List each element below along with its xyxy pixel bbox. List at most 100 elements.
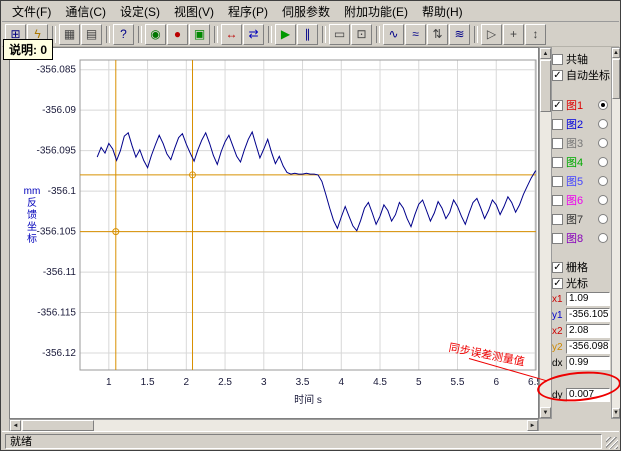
wave-multi-button[interactable]: ≈ bbox=[405, 24, 426, 45]
trace-2-radio[interactable] bbox=[598, 119, 608, 129]
scroll-left-icon[interactable]: ◄ bbox=[10, 420, 21, 431]
record-button[interactable]: ● bbox=[167, 24, 188, 45]
y-axis-title: 标 bbox=[27, 233, 37, 245]
cursor-checkbox[interactable]: ✓ bbox=[552, 278, 563, 289]
scroll-up-icon[interactable]: ▲ bbox=[540, 48, 551, 59]
x-axis-title: 时间 s bbox=[294, 393, 322, 406]
toolbar-separator bbox=[474, 26, 478, 43]
panel-scroll-down-icon[interactable]: ▼ bbox=[612, 408, 620, 418]
trace-4-row: 图4 bbox=[552, 154, 611, 170]
coaxial-label: 共轴 bbox=[566, 51, 588, 67]
readout-x1-row: x11.09 bbox=[552, 291, 611, 307]
coaxial-checkbox[interactable] bbox=[552, 54, 563, 65]
trace-7-row: 图7 bbox=[552, 211, 611, 227]
menu-help[interactable]: 帮助(H) bbox=[415, 1, 470, 22]
upload-button[interactable]: ↔ bbox=[221, 24, 242, 45]
menu-extra[interactable]: 附加功能(E) bbox=[337, 1, 415, 22]
zoom-window-button[interactable]: ⊡ bbox=[351, 24, 372, 45]
auto-axis-label: 自动坐标 bbox=[566, 67, 610, 83]
monitor-button[interactable]: ▣ bbox=[189, 24, 210, 45]
trace-3-label: 图3 bbox=[566, 135, 583, 151]
scope-button[interactable]: ◉ bbox=[145, 24, 166, 45]
menu-comm[interactable]: 通信(C) bbox=[58, 1, 113, 22]
coaxial-row: 共轴 bbox=[552, 51, 611, 67]
trace-8-radio[interactable] bbox=[598, 233, 608, 243]
auto-axis-checkbox[interactable]: ✓ bbox=[552, 70, 563, 81]
trace-4-label: 图4 bbox=[566, 154, 583, 170]
trace-3-radio[interactable] bbox=[598, 138, 608, 148]
menu-view[interactable]: 视图(V) bbox=[167, 1, 221, 22]
panel-scroll-thumb[interactable] bbox=[612, 59, 620, 99]
grid-checkbox[interactable]: ✓ bbox=[552, 262, 563, 273]
run-button[interactable]: ▶ bbox=[275, 24, 296, 45]
status-cell: 就绪 bbox=[5, 434, 602, 449]
waveform-chart[interactable]: -356.085-356.09-356.095-356.1-356.105-35… bbox=[10, 48, 538, 418]
readout-y1-row: y1-356.105 bbox=[552, 307, 611, 323]
trace-4-radio[interactable] bbox=[598, 157, 608, 167]
swap-axes-button[interactable]: ⇅ bbox=[427, 24, 448, 45]
readout-x1-value[interactable]: 1.09 bbox=[566, 292, 610, 306]
panel-scroll-up-icon[interactable]: ▲ bbox=[612, 48, 620, 58]
readout-dy-value[interactable]: 0.007 bbox=[566, 388, 610, 402]
x-tick-label: 5.5 bbox=[451, 377, 465, 388]
trace-7-radio[interactable] bbox=[598, 214, 608, 224]
trace-6-checkbox[interactable] bbox=[552, 195, 563, 206]
select-region-button[interactable]: ▭ bbox=[329, 24, 350, 45]
toolbar-separator bbox=[322, 26, 326, 43]
save-button[interactable]: ▦ bbox=[59, 24, 80, 45]
help-icon: ? bbox=[120, 28, 127, 40]
waveform-trace bbox=[97, 132, 538, 231]
scroll-down-icon[interactable]: ▼ bbox=[540, 407, 551, 418]
select-region-icon: ▭ bbox=[334, 28, 345, 40]
trace-4-checkbox[interactable] bbox=[552, 157, 563, 168]
menu-servo-params[interactable]: 伺服参数 bbox=[275, 1, 337, 22]
pan-icon: ↕ bbox=[533, 28, 539, 40]
pointer-button[interactable]: ▷ bbox=[481, 24, 502, 45]
hscroll-thumb[interactable] bbox=[22, 420, 94, 431]
trace-5-label: 图5 bbox=[566, 173, 583, 189]
vscroll-thumb[interactable] bbox=[540, 60, 551, 112]
trace-3-checkbox[interactable] bbox=[552, 138, 563, 149]
readout-dx-value[interactable]: 0.99 bbox=[566, 356, 610, 370]
trace-1-radio[interactable] bbox=[598, 100, 608, 110]
y-tick-label: -356.115 bbox=[37, 308, 76, 319]
crosshair-button[interactable]: + bbox=[503, 24, 524, 45]
trace-7-checkbox[interactable] bbox=[552, 214, 563, 225]
scroll-right-icon[interactable]: ► bbox=[527, 420, 538, 431]
trace-5-radio[interactable] bbox=[598, 176, 608, 186]
trace-6-radio[interactable] bbox=[598, 195, 608, 205]
readout-x2-value[interactable]: 2.08 bbox=[566, 324, 610, 338]
chart-vscroll[interactable]: ▲ ▼ bbox=[539, 47, 552, 419]
readout-y2-value[interactable]: -356.098 bbox=[566, 340, 610, 354]
pause-button[interactable]: ∥ bbox=[297, 24, 318, 45]
wave-smooth-icon: ≋ bbox=[454, 28, 464, 40]
wave-smooth-button[interactable]: ≋ bbox=[449, 24, 470, 45]
trace-1-label: 图1 bbox=[566, 97, 583, 113]
x-tick-label: 3.5 bbox=[296, 377, 310, 388]
help-button[interactable]: ? bbox=[113, 24, 134, 45]
x-tick-label: 2 bbox=[184, 377, 190, 388]
save-icon: ▦ bbox=[64, 28, 75, 40]
readout-dx-row: dx0.99 bbox=[552, 355, 611, 371]
readout-y1-value[interactable]: -356.105 bbox=[566, 308, 610, 322]
trace-8-checkbox[interactable] bbox=[552, 233, 563, 244]
print-button[interactable]: ▤ bbox=[81, 24, 102, 45]
chart-panel[interactable]: -356.085-356.09-356.095-356.1-356.105-35… bbox=[9, 47, 539, 419]
plot-border bbox=[80, 60, 536, 370]
menu-bar: 文件(F)通信(C)设定(S)视图(V)程序(P)伺服参数附加功能(E)帮助(H… bbox=[2, 2, 619, 22]
pan-button[interactable]: ↕ bbox=[525, 24, 546, 45]
wave-single-button[interactable]: ∿ bbox=[383, 24, 404, 45]
readout-dy-row: dy0.007 bbox=[552, 387, 611, 403]
toolbar-separator bbox=[138, 26, 142, 43]
y-tick-label: -356.11 bbox=[43, 267, 77, 278]
trace-2-row: 图2 bbox=[552, 116, 611, 132]
trace-2-checkbox[interactable] bbox=[552, 119, 563, 130]
resize-grip-icon[interactable] bbox=[606, 437, 618, 449]
panel-vscroll[interactable]: ▲ ▼ bbox=[611, 47, 621, 419]
trace-1-checkbox[interactable]: ✓ bbox=[552, 100, 563, 111]
menu-program[interactable]: 程序(P) bbox=[221, 1, 275, 22]
menu-settings[interactable]: 设定(S) bbox=[113, 1, 167, 22]
download-button[interactable]: ⇄ bbox=[243, 24, 264, 45]
menu-file[interactable]: 文件(F) bbox=[5, 1, 58, 22]
trace-5-checkbox[interactable] bbox=[552, 176, 563, 187]
